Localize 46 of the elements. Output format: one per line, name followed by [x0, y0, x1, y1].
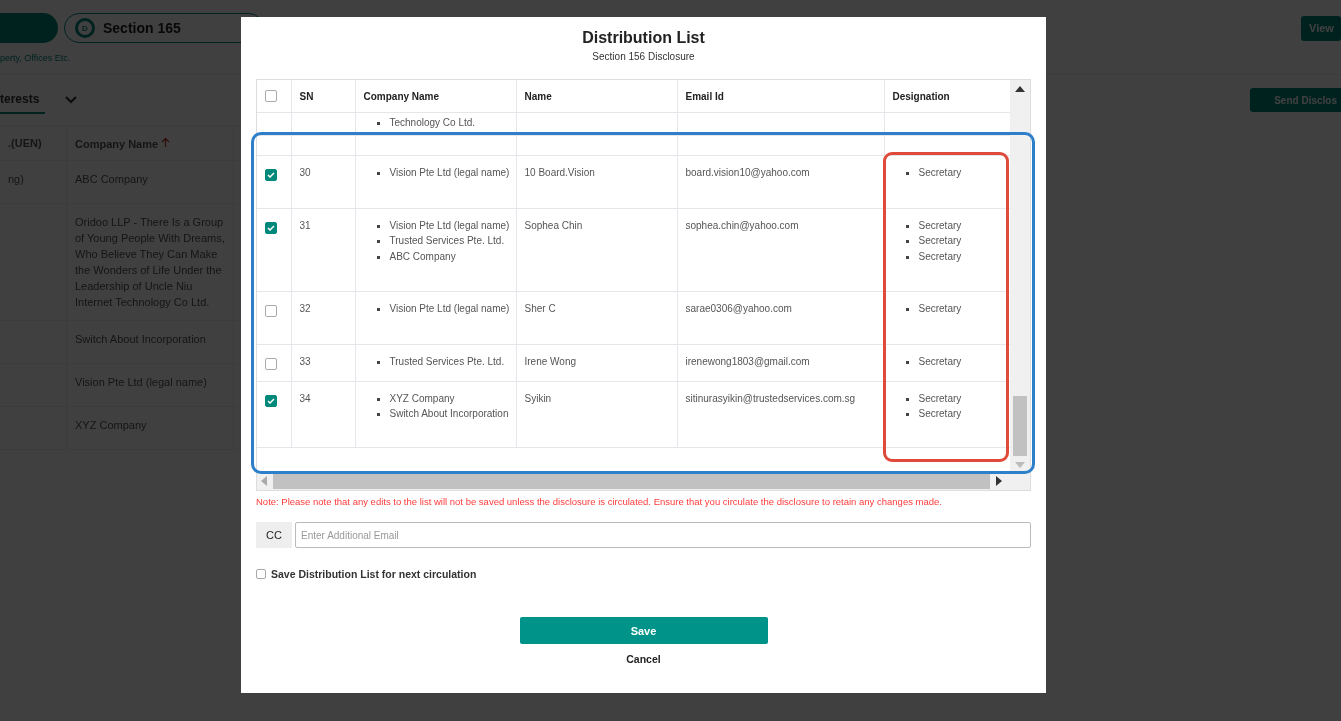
row-checkbox[interactable] — [265, 168, 277, 181]
scroll-down-arrow-icon[interactable] — [1015, 462, 1025, 468]
save-list-checkbox[interactable] — [256, 569, 266, 579]
serial-number: 32 — [299, 302, 311, 314]
designation-item: Secretary — [904, 233, 962, 249]
vertical-scrollbar[interactable] — [1010, 80, 1030, 472]
scroll-left-arrow-icon[interactable] — [261, 476, 267, 486]
select-all-checkbox[interactable] — [265, 90, 277, 103]
dialog-subtitle: Section 156 Disclosure — [592, 51, 695, 62]
cancel-button[interactable]: Cancel — [626, 653, 661, 665]
email-input-field[interactable]: Enter Additional Email — [295, 522, 1031, 548]
serial-number: 30 — [299, 166, 311, 178]
company-item: Technology Co Ltd. — [375, 115, 476, 131]
scroll-right-arrow-icon[interactable] — [996, 476, 1002, 486]
row-checkbox[interactable] — [265, 304, 277, 317]
serial-number: 31 — [299, 219, 311, 231]
email-address: sarae0306@yahoo.com — [685, 302, 792, 314]
person-name: Sher C — [524, 302, 556, 314]
section-label: Section 165 — [103, 20, 181, 36]
column-header: Email Id — [685, 90, 724, 102]
person-name: Sophea Chin — [524, 219, 583, 231]
column-header: SN — [299, 90, 314, 102]
column-header: Company Name — [363, 90, 440, 102]
column-header: Name — [524, 90, 552, 102]
email-address: sitinurasyikin@trustedservices.com.sg — [685, 392, 856, 404]
dialog-title: Distribution List — [582, 29, 705, 47]
row-checkbox[interactable] — [265, 221, 277, 234]
person-name: 10 Board.Vision — [524, 166, 595, 178]
row-checkbox[interactable] — [265, 394, 277, 407]
email-address: irenewong1803@gmail.com — [685, 355, 810, 367]
save-list-label: Save Distribution List for next circulation — [271, 568, 477, 580]
email-address: sophea.chin@yahoo.com — [685, 219, 799, 231]
scroll-up-arrow-icon[interactable] — [1015, 86, 1025, 92]
warning-note: Note: Please note that any edits to the list will not be saved unless the disclosure is circulated. Ensure that you circulate the disclosure to retain any changes made. — [256, 496, 943, 507]
cc-label: CC — [256, 522, 292, 548]
save-button[interactable]: Save — [519, 617, 768, 644]
column-header: Designation — [892, 90, 950, 102]
email-address: board.vision10@yahoo.com — [685, 166, 810, 178]
serial-number: 34 — [299, 392, 311, 404]
row-checkbox[interactable] — [265, 357, 277, 370]
designation-item: Secretary — [904, 406, 962, 422]
company-item: Switch About Incorporation — [375, 406, 509, 422]
serial-number: 33 — [299, 355, 311, 367]
scroll-thumb[interactable] — [1013, 396, 1027, 456]
person-name: Irene Wong — [524, 355, 576, 367]
person-name: Syikin — [524, 392, 552, 404]
